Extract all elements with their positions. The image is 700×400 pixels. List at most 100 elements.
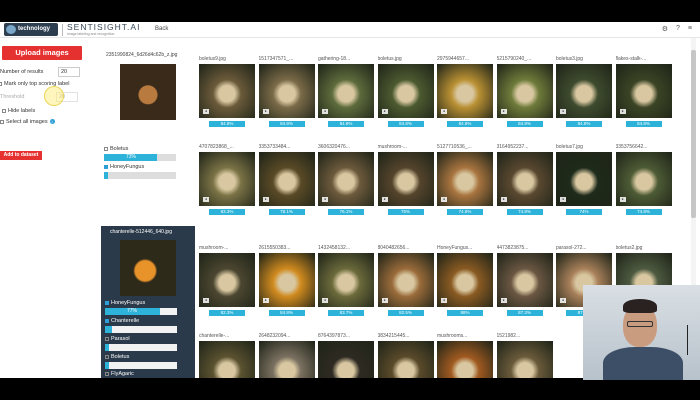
result-image[interactable]: ● xyxy=(615,152,672,206)
result-tile[interactable]: mushroom-... ● 75% xyxy=(377,144,434,215)
result-tile[interactable]: boletus9.jpg ● 84.8% xyxy=(199,56,255,127)
result-image[interactable]: ● xyxy=(199,64,255,118)
result-label-tag[interactable]: ● xyxy=(560,298,567,303)
result-label-tag[interactable]: ● xyxy=(441,197,448,202)
result-image[interactable]: ● xyxy=(437,253,493,307)
result-tile[interactable]: 3353756642... ● 74.8% xyxy=(615,144,672,215)
hide-labels-option[interactable]: Hide labels xyxy=(2,108,35,114)
result-image[interactable]: ● xyxy=(437,152,493,206)
select-all-checkbox[interactable] xyxy=(0,119,4,124)
result-tile[interactable]: 4707823868_... ● 83.3% xyxy=(199,144,255,215)
result-label-tag[interactable]: ● xyxy=(262,197,269,202)
result-tile[interactable]: gathering-18... ● 84.8% xyxy=(318,56,374,127)
result-tile[interactable]: boletus.jpg ● 84.8% xyxy=(377,56,434,127)
result-label-tag[interactable]: ● xyxy=(619,197,626,202)
result-label-tag[interactable]: ● xyxy=(262,109,269,114)
result-tile[interactable]: 3606320476... ● 76.1% xyxy=(318,144,374,215)
result-image[interactable]: ● xyxy=(199,253,255,307)
result-label-tag[interactable]: ● xyxy=(500,197,507,202)
result-image[interactable]: ● xyxy=(258,152,315,206)
result-image[interactable]: ● xyxy=(496,152,553,206)
prediction-row[interactable]: FlyAgaric xyxy=(105,371,177,377)
result-image[interactable]: ● xyxy=(318,64,374,118)
select-all-option[interactable]: Select all images i xyxy=(0,119,55,125)
result-image[interactable]: ● xyxy=(318,253,374,307)
result-label-tag[interactable]: ● xyxy=(203,298,210,303)
prediction-checkbox[interactable] xyxy=(105,372,109,376)
prediction-row[interactable]: HoneyFungus 77% xyxy=(105,300,177,315)
result-image[interactable]: ● xyxy=(318,341,374,378)
result-tile[interactable]: 1432458132... ● 83.7% xyxy=(318,245,374,316)
result-tile[interactable]: 5215790240_... ● 84.8% xyxy=(496,56,553,127)
result-label-tag[interactable]: ● xyxy=(322,197,329,202)
result-image[interactable]: ● xyxy=(615,64,672,118)
query-image[interactable] xyxy=(120,240,176,296)
result-tile[interactable]: boletus7.jpg ● 74% xyxy=(556,144,612,215)
result-tile[interactable]: 2648232094... ● xyxy=(258,333,315,378)
result-label-tag[interactable]: ● xyxy=(203,197,210,202)
result-label-tag[interactable]: ● xyxy=(381,109,388,114)
result-tile[interactable]: 1521982... ● xyxy=(496,333,553,378)
hide-labels-checkbox[interactable] xyxy=(2,108,6,113)
prediction-checkbox[interactable] xyxy=(104,165,108,169)
result-tile[interactable]: mushroom-... ● 82.3% xyxy=(199,245,255,316)
result-tile[interactable]: 2615550383... ● 84.8% xyxy=(258,245,315,316)
prediction-checkbox[interactable] xyxy=(105,319,109,323)
result-label-tag[interactable]: ● xyxy=(560,197,567,202)
result-image[interactable]: ● xyxy=(377,152,434,206)
result-label-tag[interactable]: ● xyxy=(500,109,507,114)
result-tile[interactable]: 3353733484... ● 78.1% xyxy=(258,144,315,215)
result-label-tag[interactable]: ● xyxy=(500,298,507,303)
prediction-row[interactable]: Parasol xyxy=(105,336,177,351)
result-tile[interactable]: 8764397873... ● xyxy=(318,333,374,378)
result-tile[interactable]: 8040482656... ● 82.5% xyxy=(377,245,434,316)
top-scoring-checkbox[interactable] xyxy=(0,81,2,86)
result-image[interactable]: ● xyxy=(496,64,553,118)
result-tile[interactable]: boletus3.jpg ● 84.8% xyxy=(556,56,612,127)
result-tile[interactable]: mushrooms... ● xyxy=(437,333,493,378)
prediction-row[interactable]: Boletus xyxy=(105,354,177,369)
result-image[interactable]: ● xyxy=(258,341,315,378)
result-tile[interactable]: 3834215445... ● xyxy=(377,333,434,378)
result-tile[interactable]: 1517347571_... ● 84.8% xyxy=(258,56,315,127)
add-to-dataset-button[interactable]: Add to dataset xyxy=(0,151,42,160)
result-label-tag[interactable]: ● xyxy=(322,109,329,114)
result-image[interactable]: ● xyxy=(377,64,434,118)
scrollbar-thumb[interactable] xyxy=(691,50,696,218)
prediction-checkbox[interactable] xyxy=(105,355,109,359)
result-tile[interactable]: 5127710536_... ● 74.8% xyxy=(437,144,493,215)
result-tile[interactable]: flakes-stalk-... ● 84.8% xyxy=(615,56,672,127)
top-scoring-option[interactable]: Mark only top scoring label xyxy=(0,81,69,87)
result-label-tag[interactable]: ● xyxy=(441,298,448,303)
back-link[interactable]: Back xyxy=(155,26,168,32)
result-image[interactable]: ● xyxy=(556,152,612,206)
result-label-tag[interactable]: ● xyxy=(441,109,448,114)
prediction-checkbox[interactable] xyxy=(105,301,109,305)
results-count-input[interactable]: 20 xyxy=(58,67,80,77)
result-tile[interactable]: 2975944657... ● 84.8% xyxy=(437,56,493,127)
result-image[interactable]: ● xyxy=(318,152,374,206)
result-image[interactable]: ● xyxy=(377,253,434,307)
prediction-checkbox[interactable] xyxy=(105,337,109,341)
menu-icon[interactable]: ≡ xyxy=(688,25,692,33)
result-tile[interactable]: HoneyFungus... ● 88% xyxy=(437,245,493,316)
result-image[interactable]: ● xyxy=(437,341,493,378)
result-image[interactable]: ● xyxy=(496,341,553,378)
prediction-row[interactable]: Boletus 73% xyxy=(104,146,176,161)
result-label-tag[interactable]: ● xyxy=(619,109,626,114)
result-label-tag[interactable]: ● xyxy=(560,109,567,114)
result-label-tag[interactable]: ● xyxy=(203,109,210,114)
result-label-tag[interactable]: ● xyxy=(381,197,388,202)
result-tile[interactable]: chanterelle-... ● xyxy=(199,333,255,378)
result-label-tag[interactable]: ● xyxy=(262,298,269,303)
result-image[interactable]: ● xyxy=(437,64,493,118)
query-image[interactable] xyxy=(120,64,176,120)
help-icon[interactable]: ? xyxy=(676,25,680,33)
result-image[interactable]: ● xyxy=(258,64,315,118)
result-image[interactable]: ● xyxy=(556,64,612,118)
upload-images-button[interactable]: Upload images xyxy=(2,46,82,60)
prediction-checkbox[interactable] xyxy=(104,147,108,151)
result-image[interactable]: ● xyxy=(496,253,553,307)
result-image[interactable]: ● xyxy=(199,341,255,378)
result-label-tag[interactable]: ● xyxy=(381,298,388,303)
